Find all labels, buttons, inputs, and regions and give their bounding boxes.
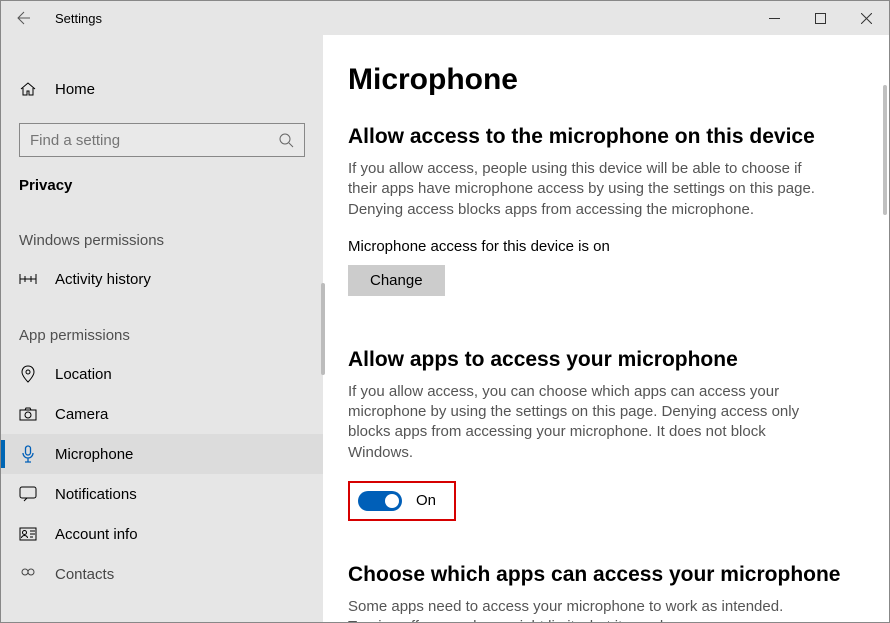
home-icon [19, 80, 37, 98]
location-icon [19, 365, 37, 383]
microphone-icon [19, 445, 37, 463]
sidebar-item-contacts[interactable]: Contacts [1, 554, 323, 594]
section-title-app-access: Allow apps to access your microphone [348, 348, 849, 372]
activity-history-icon [19, 273, 37, 285]
section-desc-choose-apps: Some apps need to access your microphone… [348, 597, 828, 622]
sidebar-search [19, 123, 305, 157]
sidebar-item-label: Home [55, 81, 95, 98]
sidebar-item-label: Account info [55, 526, 138, 543]
sidebar-item-location[interactable]: Location [1, 354, 323, 394]
contacts-icon [19, 567, 37, 581]
titlebar: Settings [1, 1, 889, 35]
sidebar-item-label: Notifications [55, 486, 137, 503]
toggle-label: On [416, 492, 436, 509]
window-title: Settings [55, 11, 102, 26]
device-access-status: Microphone access for this device is on [348, 238, 849, 255]
back-icon[interactable] [13, 7, 35, 29]
sidebar: Home Privacy Windows permissions Activit… [1, 35, 323, 622]
sidebar-item-label: Activity history [55, 271, 151, 288]
notifications-icon [19, 486, 37, 502]
maximize-button[interactable] [797, 1, 843, 35]
main-scrollbar[interactable] [883, 85, 887, 215]
sidebar-item-microphone[interactable]: Microphone [1, 434, 323, 474]
sidebar-item-camera[interactable]: Camera [1, 394, 323, 434]
sidebar-item-account-info[interactable]: Account info [1, 514, 323, 554]
sidebar-item-label: Contacts [55, 566, 114, 583]
sidebar-item-activity-history[interactable]: Activity history [1, 259, 323, 299]
sidebar-item-label: Microphone [55, 446, 133, 463]
sidebar-item-home[interactable]: Home [1, 69, 323, 109]
highlight-annotation: On [348, 481, 456, 521]
close-button[interactable] [843, 1, 889, 35]
sidebar-section-app-permissions: App permissions [1, 299, 323, 354]
main-content: Microphone Allow access to the microphon… [323, 35, 889, 622]
sidebar-item-notifications[interactable]: Notifications [1, 474, 323, 514]
change-button[interactable]: Change [348, 265, 445, 296]
search-input[interactable] [30, 132, 278, 149]
sidebar-item-label: Camera [55, 406, 108, 423]
account-info-icon [19, 527, 37, 541]
sidebar-category-label: Privacy [1, 157, 323, 204]
page-title: Microphone [348, 63, 849, 97]
sidebar-item-label: Location [55, 366, 112, 383]
camera-icon [19, 407, 37, 421]
search-icon[interactable] [278, 132, 294, 148]
section-desc-device-access: If you allow access, people using this d… [348, 159, 828, 220]
app-access-toggle[interactable] [358, 491, 402, 511]
settings-window: Settings Home [0, 0, 890, 623]
sidebar-section-windows-permissions: Windows permissions [1, 204, 323, 259]
minimize-button[interactable] [751, 1, 797, 35]
section-title-choose-apps: Choose which apps can access your microp… [348, 563, 849, 587]
section-desc-app-access: If you allow access, you can choose whic… [348, 382, 828, 463]
section-title-device-access: Allow access to the microphone on this d… [348, 125, 849, 149]
